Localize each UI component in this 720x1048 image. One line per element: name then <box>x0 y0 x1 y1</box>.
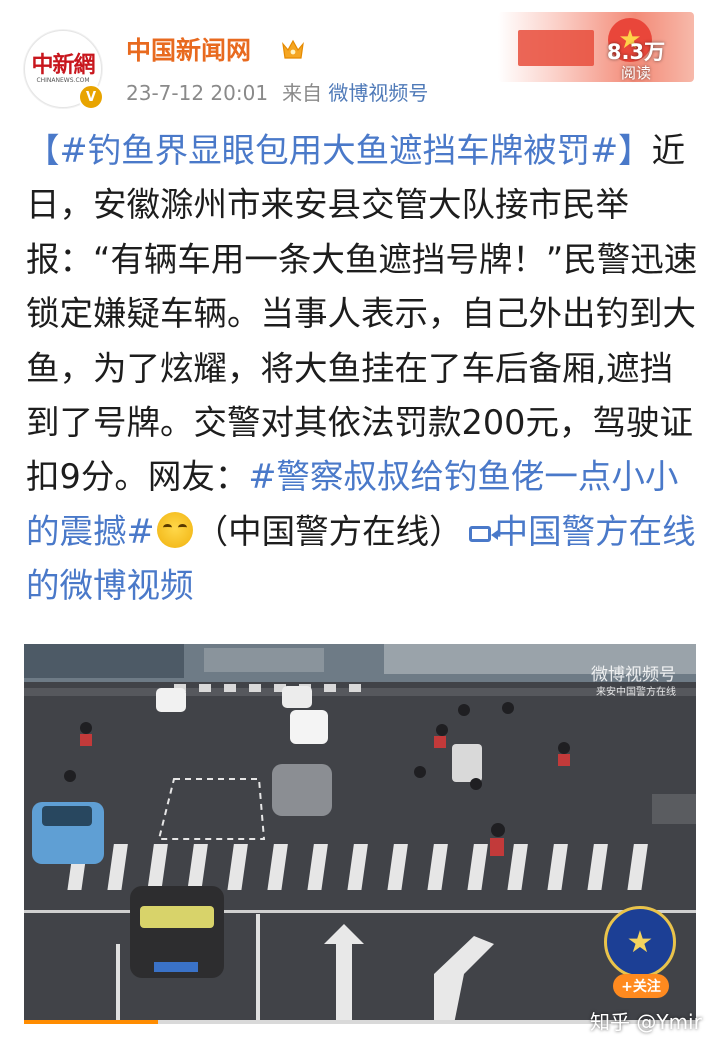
banner-gate-graphic <box>518 30 594 66</box>
post-text-main: 近日，安徽滁州市来安县交管大队接市民举报：“有辆车用一条大鱼遮挡号牌！”民警迅速… <box>26 131 698 497</box>
post-body: 【#钓鱼界显眼包用大鱼遮挡车牌被罚#】近日，安徽滁州市来安县交管大队接市民举报：… <box>26 124 702 614</box>
zhihu-watermark: 知乎 @Ymir <box>590 1006 702 1035</box>
read-count-value: 8.3万 <box>606 40 666 64</box>
post-meta: 23-7-12 20:01 来自 微博视频号 <box>126 78 428 108</box>
laughing-crying-emoji-icon <box>156 511 193 548</box>
police-emblem-icon[interactable]: ★ <box>604 906 676 978</box>
watermark-site: 知乎 <box>590 1010 630 1034</box>
video-brand-sub: 来安中国警方在线 <box>596 687 676 698</box>
vip-crown-icon <box>282 39 304 59</box>
source-prefix: 来自 <box>282 81 323 105</box>
read-count-label: 阅读 <box>620 64 651 82</box>
hashtag-topic[interactable]: 【#钓鱼界显眼包用大鱼遮挡车牌被罚#】 <box>26 131 652 170</box>
read-count: 8.3万 阅读 <box>596 40 676 82</box>
watermark-user: Ymir <box>656 1010 702 1034</box>
watermark-separator: @ <box>636 1010 657 1034</box>
post-text-source: （中国警方在线） <box>194 511 463 551</box>
avatar-logo-sub: CHINANEWS.COM <box>36 77 90 84</box>
follow-button[interactable]: +关注 <box>613 974 669 998</box>
video-icon <box>468 525 498 542</box>
source-link[interactable]: 微博视频号 <box>328 81 428 105</box>
verified-icon: V <box>78 84 104 110</box>
author-name[interactable]: 中国新闻网 <box>126 34 251 68</box>
video-player[interactable]: 微博视频号 来安中国警方在线 ★ +关注 <box>24 644 696 1024</box>
avatar-logo-text: 中新網 <box>31 52 95 78</box>
video-brand: 微博视频号 来安中国警方在线 <box>591 666 676 702</box>
video-brand-name: 微博视频号 <box>591 665 676 685</box>
post-timestamp: 23-7-12 20:01 <box>126 81 269 105</box>
video-progress-fill <box>24 1020 159 1024</box>
